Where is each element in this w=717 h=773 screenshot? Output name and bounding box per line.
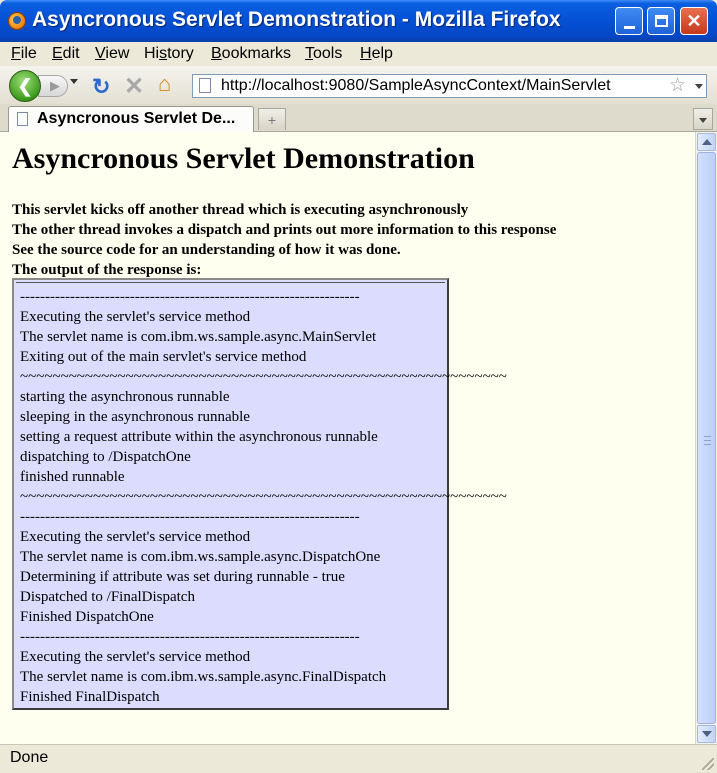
output-line: finished runnable: [20, 469, 125, 485]
grip-icon: [704, 436, 711, 445]
output-line: Dispatched to /FinalDispatch: [20, 589, 195, 605]
reload-icon[interactable]: ↻: [92, 74, 110, 100]
page-icon: [17, 112, 28, 126]
output-line: Executing the servlet's service method: [20, 529, 251, 545]
menu-view[interactable]: View: [95, 45, 129, 63]
menu-bookmarks[interactable]: Bookmarks: [211, 45, 291, 63]
maximize-button[interactable]: [647, 7, 675, 35]
intro-line: The output of the response is:: [12, 262, 202, 278]
output-line: Determining if attribute was set during …: [20, 569, 345, 585]
bookmark-star-icon[interactable]: ☆: [669, 74, 686, 97]
response-output-inner: ----------------------------------------…: [16, 282, 507, 706]
close-button[interactable]: ✕: [680, 7, 708, 35]
output-line: Finished FinalDispatch: [20, 689, 160, 705]
output-line: ----------------------------------------…: [20, 509, 360, 525]
new-tab-button[interactable]: +: [258, 108, 286, 130]
menu-edit[interactable]: Edit: [52, 45, 80, 63]
status-bar: Done: [0, 744, 717, 773]
back-arrow-icon: ❮: [17, 75, 33, 96]
output-line: ~~~~~~~~~~~~~~~~~~~~~~~~~~~~~~~~~~~~~~~~…: [20, 489, 507, 505]
output-line: Finished DispatchOne: [20, 609, 154, 625]
plus-icon: +: [267, 111, 277, 128]
minimize-icon: [623, 25, 635, 29]
output-line: Executing the servlet's service method: [20, 309, 251, 325]
output-line: Exiting out of the main servlet's servic…: [20, 349, 307, 365]
tab-list-button[interactable]: [693, 108, 713, 130]
title-bar[interactable]: Asyncronous Servlet Demonstration - Mozi…: [0, 0, 717, 42]
url-text[interactable]: http://localhost:9080/SampleAsyncContext…: [221, 77, 611, 95]
output-line: Executing the servlet's service method: [20, 649, 251, 665]
scroll-down-button[interactable]: [697, 725, 716, 743]
page-content: Asyncronous Servlet Demonstration This s…: [0, 132, 695, 744]
output-line: starting the asynchronous runnable: [20, 389, 230, 405]
resize-grip-icon[interactable]: [702, 758, 714, 770]
menu-history[interactable]: History: [144, 45, 194, 63]
menu-bar: File Edit View History Bookmarks Tools H…: [0, 42, 717, 66]
history-dropdown-icon[interactable]: [70, 79, 78, 84]
scroll-up-button[interactable]: [697, 133, 716, 151]
intro-text: This servlet kicks off another thread wh…: [12, 200, 556, 280]
tab-active[interactable]: Asyncronous Servlet De...: [8, 106, 254, 132]
forward-button[interactable]: ▶: [38, 75, 68, 97]
tab-title: Asyncronous Servlet De...: [37, 110, 236, 127]
menu-tools[interactable]: Tools: [305, 45, 342, 63]
output-line: The servlet name is com.ibm.ws.sample.as…: [20, 549, 381, 565]
page-heading: Asyncronous Servlet Demonstration: [12, 142, 475, 175]
output-line: ~~~~~~~~~~~~~~~~~~~~~~~~~~~~~~~~~~~~~~~~…: [20, 369, 507, 385]
stop-icon[interactable]: ✕: [124, 72, 144, 101]
response-output-box: ----------------------------------------…: [12, 278, 507, 710]
intro-line: This servlet kicks off another thread wh…: [12, 202, 469, 218]
menu-file[interactable]: File: [11, 45, 37, 63]
url-bar[interactable]: http://localhost:9080/SampleAsyncContext…: [192, 74, 707, 98]
output-line: The servlet name is com.ibm.ws.sample.as…: [20, 669, 387, 685]
intro-line: The other thread invokes a dispatch and …: [12, 222, 557, 238]
minimize-button[interactable]: [615, 7, 643, 35]
tab-strip: Asyncronous Servlet De... +: [0, 104, 717, 132]
status-text: Done: [10, 749, 49, 766]
intro-line: See the source code for an understanding…: [12, 242, 401, 258]
browser-window: Asyncronous Servlet Demonstration - Mozi…: [0, 0, 717, 773]
home-icon[interactable]: ⌂: [158, 71, 171, 97]
output-line: The servlet name is com.ibm.ws.sample.as…: [20, 329, 377, 345]
scrollbar-thumb[interactable]: [697, 152, 716, 724]
firefox-icon: [8, 12, 26, 30]
vertical-scrollbar[interactable]: [695, 132, 717, 744]
output-line: ----------------------------------------…: [20, 629, 360, 645]
menu-help[interactable]: Help: [360, 45, 393, 63]
output-line: setting a request attribute within the a…: [20, 429, 378, 445]
navigation-toolbar: ▶ ❮ ↻ ✕ ⌂ http://localhost:9080/SampleAs…: [0, 66, 717, 105]
output-line: ----------------------------------------…: [20, 289, 360, 305]
page-icon: [199, 78, 211, 93]
back-button[interactable]: ❮: [9, 70, 41, 102]
url-dropdown-icon[interactable]: [695, 84, 703, 89]
output-line: dispatching to /DispatchOne: [20, 449, 191, 465]
maximize-icon: [654, 15, 668, 27]
forward-arrow-icon: ▶: [50, 78, 60, 93]
output-line: sleeping in the asynchronous runnable: [20, 409, 250, 425]
close-icon: ✕: [686, 10, 702, 31]
window-title: Asyncronous Servlet Demonstration - Mozi…: [32, 8, 561, 31]
